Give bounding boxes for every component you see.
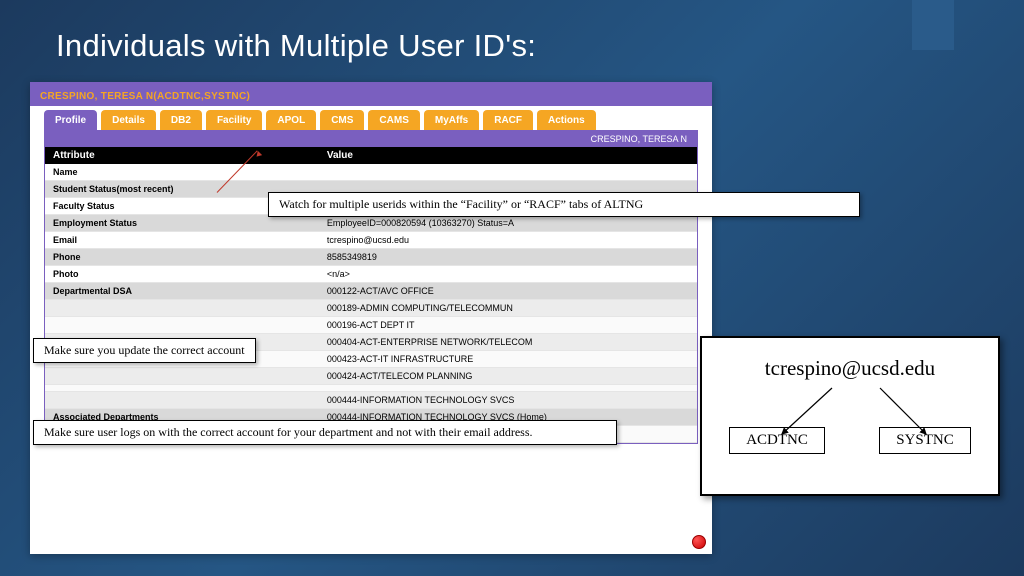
tab-racf[interactable]: RACF bbox=[483, 110, 533, 130]
callout-logon-correct: Make sure user logs on with the correct … bbox=[33, 420, 617, 445]
cell-value bbox=[319, 164, 697, 180]
user-header: CRESPINO, TERESA N(ACDTNC,SYSTNC) bbox=[40, 91, 250, 102]
tab-myaffs[interactable]: MyAffs bbox=[424, 110, 479, 130]
cell-value: 000404-ACT-ENTERPRISE NETWORK/TELECOM bbox=[319, 334, 697, 350]
diagram-email: tcrespino@ucsd.edu bbox=[702, 356, 998, 381]
table-row: 000424-ACT/TELECOM PLANNING bbox=[45, 368, 697, 385]
cell-value: <n/a> bbox=[319, 266, 697, 282]
tab-profile[interactable]: Profile bbox=[44, 110, 97, 130]
col-header-value: Value bbox=[319, 147, 697, 164]
cell-attribute: Name bbox=[45, 164, 319, 180]
cell-value: tcrespino@ucsd.edu bbox=[319, 232, 697, 248]
table-row: Departmental DSA000122-ACT/AVC OFFICE bbox=[45, 283, 697, 300]
cell-value: 000196-ACT DEPT IT bbox=[319, 317, 697, 333]
cell-attribute bbox=[45, 368, 319, 384]
cell-attribute: Phone bbox=[45, 249, 319, 265]
cell-value: 000189-ADMIN COMPUTING/TELECOMMUN bbox=[319, 300, 697, 316]
table-row: 000189-ADMIN COMPUTING/TELECOMMUN bbox=[45, 300, 697, 317]
cell-attribute bbox=[45, 392, 319, 408]
cell-attribute: Email bbox=[45, 232, 319, 248]
userid-diagram: tcrespino@ucsd.edu ACDTNC SYSTNC bbox=[700, 336, 1000, 496]
cell-value: 000444-INFORMATION TECHNOLOGY SVCS bbox=[319, 392, 697, 408]
cell-attribute bbox=[45, 317, 319, 333]
tab-details[interactable]: Details bbox=[101, 110, 156, 130]
cell-value: EmployeeID=000820594 (10363270) Status=A bbox=[319, 215, 697, 231]
tab-db2[interactable]: DB2 bbox=[160, 110, 202, 130]
app-header-bar: CRESPINO, TERESA N(ACDTNC,SYSTNC) bbox=[30, 82, 712, 106]
table-row: 000444-INFORMATION TECHNOLOGY SVCS bbox=[45, 392, 697, 409]
table-row: 000196-ACT DEPT IT bbox=[45, 317, 697, 334]
cell-attribute bbox=[45, 385, 319, 391]
diagram-id-systnc: SYSTNC bbox=[879, 427, 971, 454]
tab-cams[interactable]: CAMS bbox=[368, 110, 419, 130]
table-header-row: Attribute Value bbox=[45, 147, 697, 164]
slide-accent bbox=[912, 0, 954, 50]
diagram-id-acdtnc: ACDTNC bbox=[729, 427, 825, 454]
table-row: Employment StatusEmployeeID=000820594 (1… bbox=[45, 215, 697, 232]
tab-cms[interactable]: CMS bbox=[320, 110, 364, 130]
table-row: Phone8585349819 bbox=[45, 249, 697, 266]
table-row: Emailtcrespino@ucsd.edu bbox=[45, 232, 697, 249]
callout-watch-userids: Watch for multiple userids within the “F… bbox=[268, 192, 860, 217]
content-subheader: CRESPINO, TERESA N bbox=[45, 131, 697, 147]
tab-apol[interactable]: APOL bbox=[266, 110, 316, 130]
slide-title: Individuals with Multiple User ID's: bbox=[56, 28, 536, 64]
cell-attribute: Photo bbox=[45, 266, 319, 282]
cell-value: 000424-ACT/TELECOM PLANNING bbox=[319, 368, 697, 384]
tab-actions[interactable]: Actions bbox=[537, 110, 596, 130]
app-window: CRESPINO, TERESA N(ACDTNC,SYSTNC) Profil… bbox=[30, 82, 712, 554]
table-row bbox=[45, 385, 697, 392]
tab-facility[interactable]: Facility bbox=[206, 110, 262, 130]
cell-attribute bbox=[45, 300, 319, 316]
cell-value: 8585349819 bbox=[319, 249, 697, 265]
table-row: Photo<n/a> bbox=[45, 266, 697, 283]
content-frame: CRESPINO, TERESA N Attribute Value NameS… bbox=[44, 130, 698, 444]
cell-value bbox=[319, 385, 697, 391]
callout-update-account: Make sure you update the correct account bbox=[33, 338, 256, 363]
table-row: Name bbox=[45, 164, 697, 181]
record-icon bbox=[692, 535, 706, 549]
cell-value: 000423-ACT-IT INFRASTRUCTURE bbox=[319, 351, 697, 367]
cell-attribute: Employment Status bbox=[45, 215, 319, 231]
tab-row: ProfileDetailsDB2FacilityAPOLCMSCAMSMyAf… bbox=[30, 106, 712, 130]
cell-attribute: Departmental DSA bbox=[45, 283, 319, 299]
col-header-attribute: Attribute bbox=[45, 147, 319, 164]
cell-value: 000122-ACT/AVC OFFICE bbox=[319, 283, 697, 299]
